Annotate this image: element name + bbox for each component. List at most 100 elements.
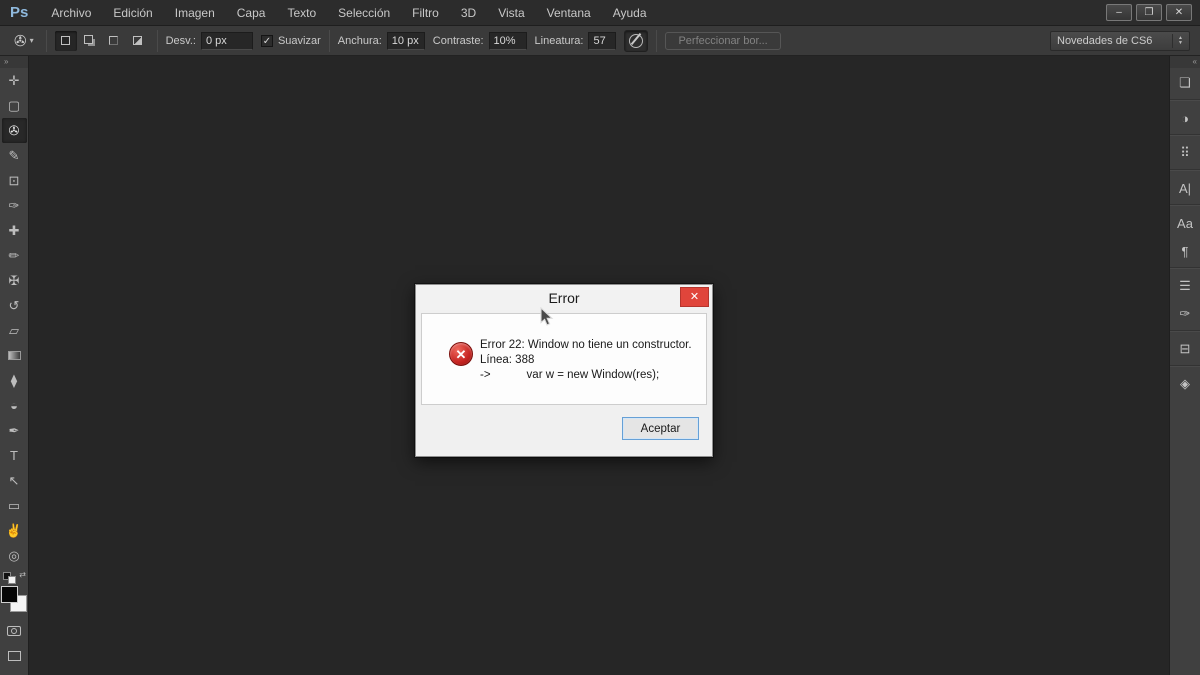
dock-collapse-icon[interactable]: «	[1170, 56, 1200, 68]
dodge-icon: ◒	[10, 398, 18, 413]
menu-texto[interactable]: Texto	[276, 0, 327, 26]
brush-tool[interactable]: ✏	[2, 243, 27, 268]
accept-button[interactable]: Aceptar	[622, 417, 699, 440]
panel-divider	[1170, 169, 1200, 170]
close-button[interactable]: ✕	[1166, 4, 1192, 21]
close-icon: ✕	[689, 290, 700, 303]
zoom-tool[interactable]: ◎	[2, 543, 27, 568]
menu-imagen[interactable]: Imagen	[164, 0, 226, 26]
path-selection-icon: ↖	[8, 472, 20, 488]
divider	[328, 29, 330, 52]
add-to-selection-button[interactable]	[79, 31, 101, 51]
divider	[156, 29, 158, 52]
shape-tool[interactable]: ▭	[2, 493, 27, 518]
workspace-select[interactable]: Novedades de CS6 ▲ ▼	[1050, 30, 1190, 51]
styles-panel-icon: ⠿	[1180, 145, 1190, 160]
adjustments-panel-icon: ◑	[1181, 110, 1189, 126]
menu-3d[interactable]: 3D	[450, 0, 487, 26]
screen-mode-icon	[7, 650, 21, 661]
panel-divider	[1170, 365, 1200, 366]
layers-panel-button[interactable]: ❏	[1172, 70, 1199, 96]
type-tool[interactable]: T	[2, 443, 27, 468]
menu-ventana[interactable]: Ventana	[536, 0, 602, 26]
paragraph-styles-panel-button[interactable]: ¶	[1172, 238, 1199, 264]
crop-tool[interactable]: ⊡	[2, 168, 27, 193]
healing-brush-icon: ✚	[8, 222, 20, 238]
timeline-panel-button[interactable]: ⊟	[1172, 336, 1199, 362]
tool-preset-picker[interactable]: ✇ ▾	[10, 30, 38, 52]
menu-edicion[interactable]: Edición	[102, 0, 163, 26]
new-selection-button[interactable]	[54, 30, 77, 51]
magnetic-lasso-tool[interactable]: ✇	[1, 118, 27, 143]
menu-capa[interactable]: Capa	[226, 0, 277, 26]
character-panel-button[interactable]: A|	[1172, 175, 1199, 201]
menu-items: Archivo Edición Imagen Capa Texto Selección Fi…	[40, 0, 657, 26]
clone-stamp-tool[interactable]: ✠	[2, 268, 27, 293]
foreground-color-swatch[interactable]	[1, 586, 18, 603]
eyedropper-tool[interactable]: ✑	[2, 193, 27, 218]
color-swatches[interactable]	[1, 586, 27, 612]
error-message-line2: Línea: 388	[480, 354, 535, 366]
move-tool[interactable]: ✛	[2, 68, 27, 93]
eraser-icon: ▱	[9, 322, 19, 338]
subtract-from-selection-button[interactable]	[103, 31, 125, 51]
pen-pressure-button[interactable]	[624, 29, 649, 52]
3d-panel-button[interactable]: ◈	[1172, 371, 1199, 397]
error-code: var w = new Window(res);	[526, 369, 660, 381]
restore-button[interactable]: ❐	[1136, 4, 1162, 21]
dodge-tool[interactable]: ◒	[2, 393, 27, 418]
menu-archivo[interactable]: Archivo	[40, 0, 102, 26]
intersect-selection-icon	[133, 36, 143, 45]
minimize-button[interactable]: –	[1106, 4, 1132, 21]
hand-icon: ✌	[5, 522, 23, 538]
new-selection-icon	[61, 36, 71, 45]
anti-alias-label: Suavizar	[277, 34, 321, 47]
menu-seleccion[interactable]: Selección	[327, 0, 401, 26]
options-bar: ✇ ▾ Desv.: ✓ Suavizar Anchura: Contraste…	[0, 26, 1200, 56]
blur-tool[interactable]: ⧫	[2, 368, 27, 393]
adjustments-panel-button[interactable]: ◑	[1172, 105, 1199, 131]
move-icon: ✛	[8, 72, 20, 88]
brush-presets-panel-button[interactable]: ✑	[1172, 301, 1199, 327]
dialog-close-button[interactable]: ✕	[680, 287, 709, 307]
menu-ayuda[interactable]: Ayuda	[602, 0, 658, 26]
contrast-label: Contraste:	[432, 34, 484, 47]
styles-panel-button[interactable]: ⠿	[1172, 140, 1199, 166]
panel-divider	[1170, 204, 1200, 205]
width-input[interactable]	[386, 31, 425, 50]
panel-dock: « ❏ ◑ ⠿ A| Aa ¶ ☰ ✑ ⊟ ◈	[1169, 56, 1200, 675]
menu-vista[interactable]: Vista	[487, 0, 535, 26]
menu-filtro[interactable]: Filtro	[401, 0, 450, 26]
character-styles-panel-button[interactable]: Aa	[1172, 210, 1199, 236]
contrast-input[interactable]	[488, 31, 527, 50]
quick-selection-tool[interactable]: ✎	[2, 143, 27, 168]
pen-tool[interactable]: ✒	[2, 418, 27, 443]
healing-brush-tool[interactable]: ✚	[2, 218, 27, 243]
properties-panel-button[interactable]: ☰	[1172, 273, 1199, 299]
layers-panel-icon: ❏	[1179, 75, 1191, 90]
paragraph-styles-panel-icon: ¶	[1181, 243, 1189, 259]
dialog-title-bar[interactable]: Error ✕	[416, 285, 712, 310]
gradient-tool[interactable]	[2, 343, 27, 368]
type-icon: T	[10, 448, 18, 463]
width-label: Anchura:	[337, 34, 382, 47]
error-icon: ✕	[449, 342, 473, 366]
eraser-tool[interactable]: ▱	[2, 318, 27, 343]
hand-tool[interactable]: ✌	[2, 518, 27, 543]
quick-selection-icon: ✎	[8, 147, 20, 163]
panel-divider	[1170, 134, 1200, 135]
quick-mask-button[interactable]	[2, 618, 27, 643]
history-brush-tool[interactable]: ↺	[2, 293, 27, 318]
marquee-tool[interactable]: ▢	[2, 93, 27, 118]
default-colors-control[interactable]: ⇄	[3, 570, 26, 584]
tools-collapse-icon[interactable]: »	[0, 56, 28, 68]
intersect-selection-button[interactable]	[127, 31, 149, 51]
window-controls: – ❐ ✕	[1106, 4, 1200, 21]
frequency-input[interactable]	[588, 31, 617, 50]
anti-alias-checkbox[interactable]: ✓	[260, 34, 273, 47]
feather-input[interactable]	[200, 31, 253, 50]
path-selection-tool[interactable]: ↖	[2, 468, 27, 493]
screen-mode-button[interactable]	[2, 643, 27, 668]
error-arrow: ->	[480, 369, 491, 381]
brush-icon: ✏	[8, 247, 20, 263]
